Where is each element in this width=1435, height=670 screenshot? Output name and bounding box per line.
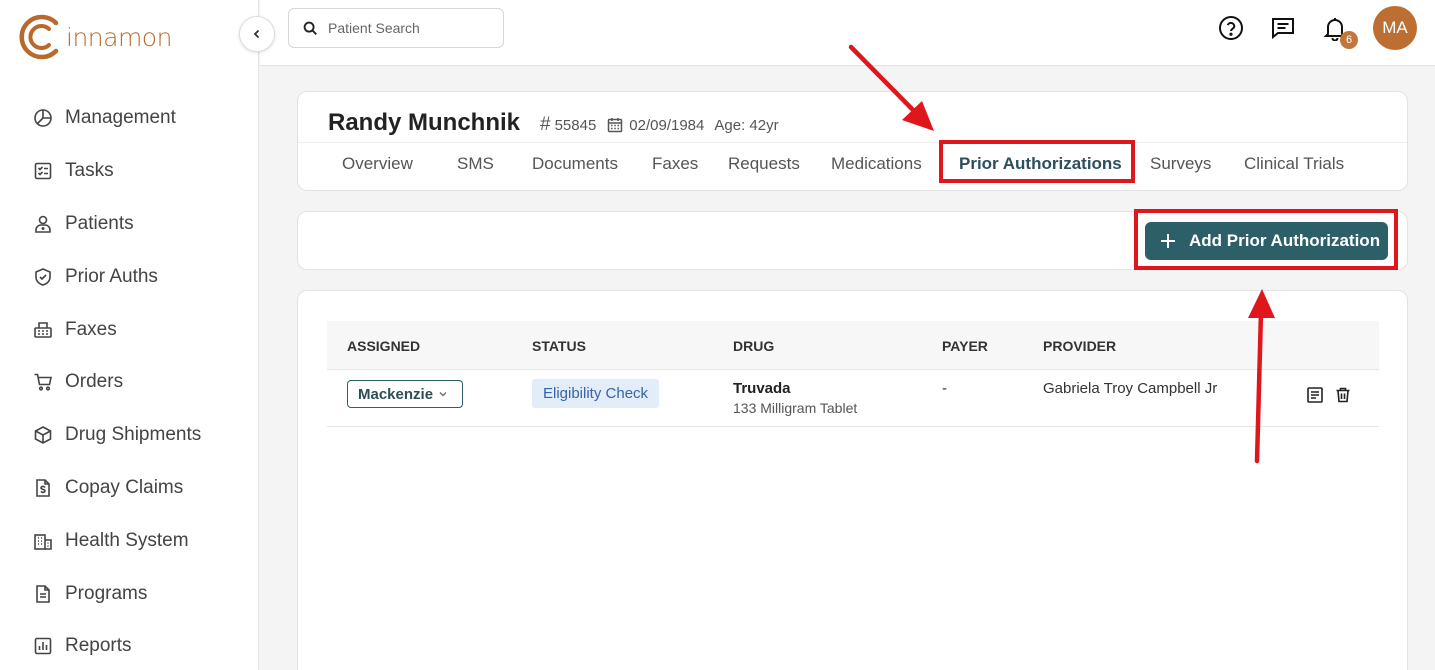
chevron-left-icon [251,28,263,40]
patient-id: 55845 [554,116,597,134]
brand-logo[interactable]: innamon [18,14,172,60]
sidebar: innamon Management Tasks Patients Prior … [0,0,259,670]
building-icon [32,530,54,552]
payer-value: - [942,380,947,397]
patient-name: Randy Munchnik [328,109,521,136]
patient-age: Age: 42yr [714,116,779,134]
sidebar-item-tasks[interactable]: Tasks [0,145,259,198]
chevron-down-icon [438,389,448,399]
provider-value: Gabriela Troy Campbell Jr [1043,380,1218,397]
sidebar-nav: Management Tasks Patients Prior Auths Fa… [0,92,259,670]
sidebar-item-orders[interactable]: Orders [0,356,259,409]
column-header-assigned: ASSIGNED [347,338,421,354]
notification-count-badge: 6 [1340,31,1358,49]
patient-dob: 02/09/1984 [629,116,705,134]
column-header-drug: DRUG [733,338,775,354]
help-icon[interactable] [1217,14,1245,42]
messages-icon[interactable] [1269,14,1297,42]
box-icon [32,424,54,446]
tab-overview[interactable]: Overview [342,154,413,174]
add-prior-authorization-button[interactable]: Add Prior Authorization [1145,222,1388,260]
topbar-actions: 6 MA [1217,6,1417,50]
prior-auth-actions-card: Add Prior Authorization [297,211,1408,270]
status-badge: Eligibility Check [532,379,660,408]
sidebar-item-drug-shipments[interactable]: Drug Shipments [0,409,259,462]
view-document-icon[interactable] [1305,385,1325,405]
patient-search[interactable] [288,8,504,48]
prior-auth-table-card: ASSIGNED STATUS DRUG PAYER PROVIDER Mack… [297,290,1408,670]
tab-requests[interactable]: Requests [728,154,800,174]
column-header-payer: PAYER [942,338,988,354]
patient-meta: # 55845 02/09/1984 Age: 42yr [540,114,779,136]
collapse-sidebar-button[interactable] [239,16,275,52]
sidebar-item-management[interactable]: Management [0,92,259,145]
dollar-doc-icon [32,477,54,499]
assignee-value: Mackenzie [358,385,434,403]
patient-tabs: Overview SMS Documents Faxes Requests Me… [298,142,1407,188]
user-avatar[interactable]: MA [1373,6,1417,50]
patient-search-input[interactable] [328,20,488,36]
document-icon [32,583,54,605]
plus-icon [1159,232,1177,250]
brand-name: innamon [66,22,172,52]
sidebar-item-health-system[interactable]: Health System [0,514,259,567]
tab-clinical-trials[interactable]: Clinical Trials [1244,154,1344,174]
patient-icon [32,213,54,235]
tab-faxes[interactable]: Faxes [652,154,698,174]
search-icon [303,21,318,36]
sidebar-item-faxes[interactable]: Faxes [0,303,259,356]
calendar-icon [607,117,623,133]
tab-documents[interactable]: Documents [532,154,618,174]
sidebar-item-prior-auths[interactable]: Prior Auths [0,250,259,303]
report-icon [32,635,54,657]
cart-icon [32,371,54,393]
shield-check-icon [32,266,54,288]
sidebar-item-programs[interactable]: Programs [0,567,259,620]
column-header-provider: PROVIDER [1043,338,1117,354]
fax-icon [32,319,54,341]
assignee-select[interactable]: Mackenzie [347,380,463,408]
chart-pie-icon [32,107,54,129]
tab-sms[interactable]: SMS [457,154,494,174]
drug-detail: 133 Milligram Tablet [733,400,858,416]
add-prior-authorization-label: Add Prior Authorization [1189,231,1381,250]
sidebar-item-patients[interactable]: Patients [0,198,259,251]
sidebar-item-copay-claims[interactable]: Copay Claims [0,462,259,515]
tab-medications[interactable]: Medications [831,154,922,174]
column-header-status: STATUS [532,338,586,354]
delete-icon[interactable] [1333,385,1353,405]
table-row[interactable]: Mackenzie Eligibility Check Truvada 133 … [327,369,1379,427]
notifications-icon[interactable]: 6 [1321,14,1358,49]
patient-header-card: Randy Munchnik # 55845 02/09/1984 Age: 4… [297,91,1408,191]
hash-icon: # [540,114,551,135]
checklist-icon [32,160,54,182]
tab-surveys[interactable]: Surveys [1150,154,1211,174]
sidebar-item-reports[interactable]: Reports [0,620,259,670]
drug-name: Truvada [733,380,791,397]
cinnamon-logo-icon [18,14,64,60]
tab-prior-authorizations[interactable]: Prior Authorizations [959,154,1122,174]
table-header: ASSIGNED STATUS DRUG PAYER PROVIDER [327,321,1379,369]
topbar: 6 MA [260,0,1435,66]
